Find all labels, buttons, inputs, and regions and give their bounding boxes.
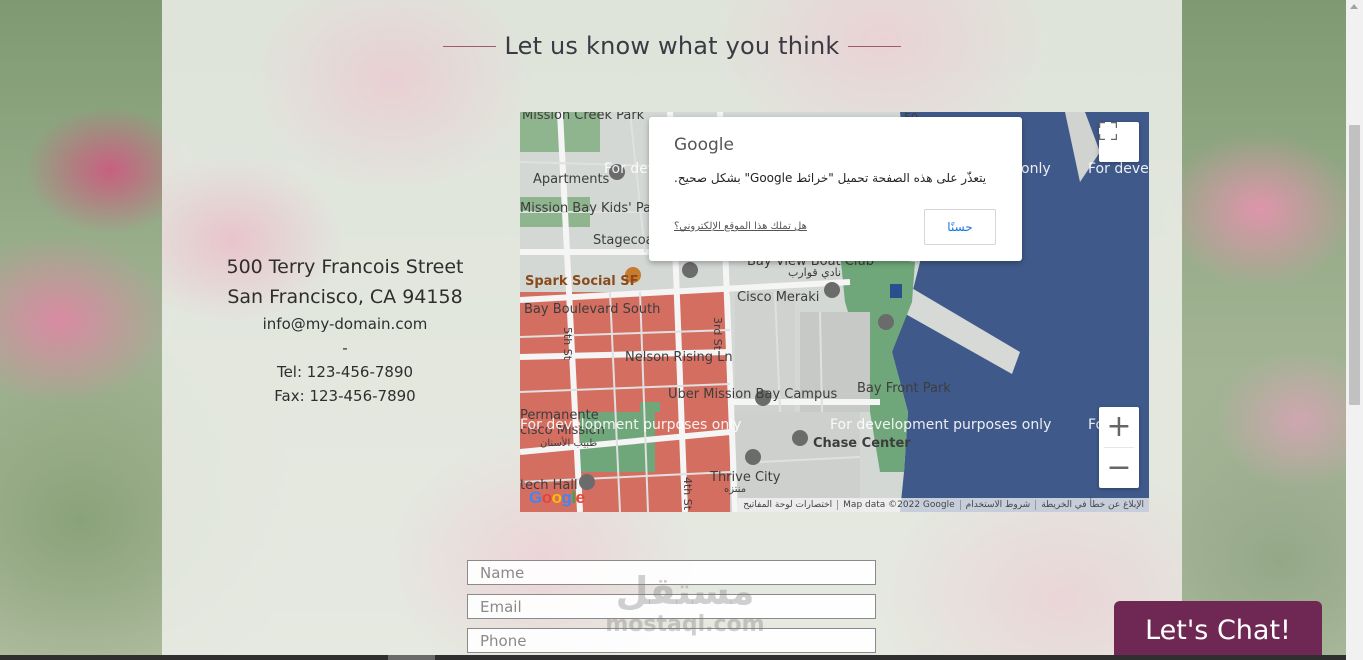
street-label-4th: 4th St xyxy=(681,477,694,511)
phone-field[interactable] xyxy=(467,628,876,653)
address-city: San Francisco, CA 94158 xyxy=(227,286,463,308)
dev-watermark-2: only xyxy=(1021,161,1051,177)
scroll-up-icon[interactable] xyxy=(1350,4,1358,9)
map-attribution: اختصارات لوحة المفاتيح Map data ©2022 Go… xyxy=(738,498,1149,512)
map-label-thrive-city: Thrive City xyxy=(710,470,781,485)
keyboard-shortcuts-link[interactable]: اختصارات لوحة المفاتيح xyxy=(738,500,837,510)
dev-watermark-5: For development purposes only xyxy=(830,417,1052,433)
section-title: Let us know what you think xyxy=(504,32,840,60)
zoom-in-button[interactable]: + xyxy=(1099,407,1139,447)
vertical-scrollbar[interactable] xyxy=(1346,0,1363,660)
contact-email[interactable]: info@my-domain.com xyxy=(200,312,490,336)
contact-separator: - xyxy=(342,339,348,357)
map-label-stagecoach: Stagecoa xyxy=(593,233,654,248)
name-field[interactable] xyxy=(467,560,876,585)
report-error-link[interactable]: الإبلاغ عن خطأ في الخريطة xyxy=(1035,500,1149,510)
street-label-5th: 5th St xyxy=(561,327,574,361)
map-label-apartments: Apartments xyxy=(533,172,610,187)
heading-divider-right xyxy=(847,45,901,47)
bottom-taskbar xyxy=(0,655,1346,660)
fullscreen-icon xyxy=(1099,122,1117,140)
map-label-mission-bay-kids-park: Mission Bay Kids' Park xyxy=(520,201,664,216)
heading-divider-left xyxy=(443,45,497,47)
dev-watermark-4: For development purposes only xyxy=(520,417,742,433)
map-label-bay-view-arabic: نادي قوارب xyxy=(788,266,842,279)
ok-button[interactable]: حسنًا xyxy=(924,209,996,245)
contact-info: 500 Terry Francois Street San Francisco,… xyxy=(200,252,490,408)
contact-fax: Fax: 123-456-7890 xyxy=(274,387,416,405)
address-street: 500 Terry Francois Street xyxy=(226,256,464,278)
google-map[interactable]: Mission Creek Park Apartments Mission Ba… xyxy=(520,112,1149,512)
dev-watermark-3: For develo xyxy=(1088,161,1149,177)
map-label-cisco-meraki: Cisco Meraki xyxy=(737,290,820,305)
contact-phone: Tel: 123-456-7890 xyxy=(276,363,414,381)
google-logo: Google xyxy=(529,488,585,507)
terms-link[interactable]: شروط الاستخدام xyxy=(959,500,1036,510)
map-label-spark-social: Spark Social SF xyxy=(525,274,639,289)
zoom-out-button[interactable]: − xyxy=(1099,448,1139,488)
section-heading: Let us know what you think xyxy=(443,30,901,62)
dialog-title: Google xyxy=(674,135,734,155)
fullscreen-button[interactable] xyxy=(1099,122,1139,162)
map-data-credit: Map data ©2022 Google xyxy=(837,500,960,510)
map-label-bay-boulevard-south: Bay Boulevard South xyxy=(524,302,661,317)
chat-button[interactable]: Let's Chat! xyxy=(1114,601,1322,660)
map-label-kaiser-arabic: طبيب الأسنان xyxy=(540,438,598,449)
own-site-link[interactable]: هل تملك هذا الموقع الإلكتروني؟ xyxy=(674,221,807,232)
map-label-mission-creek-park: Mission Creek Park xyxy=(522,112,645,123)
map-label-uber-mission-bay: Uber Mission Bay Campus xyxy=(668,387,838,402)
map-error-dialog: Google يتعذّر على هذه الصفحة تحميل "خرائ… xyxy=(649,117,1022,261)
dialog-message: يتعذّر على هذه الصفحة تحميل "خرائط Googl… xyxy=(674,171,987,185)
map-label-chase-center: Chase Center xyxy=(813,436,911,451)
bottom-bar-indicator xyxy=(388,655,435,660)
zoom-controls: + − xyxy=(1099,407,1139,488)
street-label-3rd: 3rd St xyxy=(711,317,724,351)
scrollbar-thumb[interactable] xyxy=(1349,125,1360,405)
email-field[interactable] xyxy=(467,594,876,619)
map-label-thrive-city-arabic: منتزه xyxy=(724,484,747,495)
map-label-bay-front-park: Bay Front Park xyxy=(857,381,951,396)
map-label-nelson-rising: Nelson Rising Ln xyxy=(625,350,733,365)
